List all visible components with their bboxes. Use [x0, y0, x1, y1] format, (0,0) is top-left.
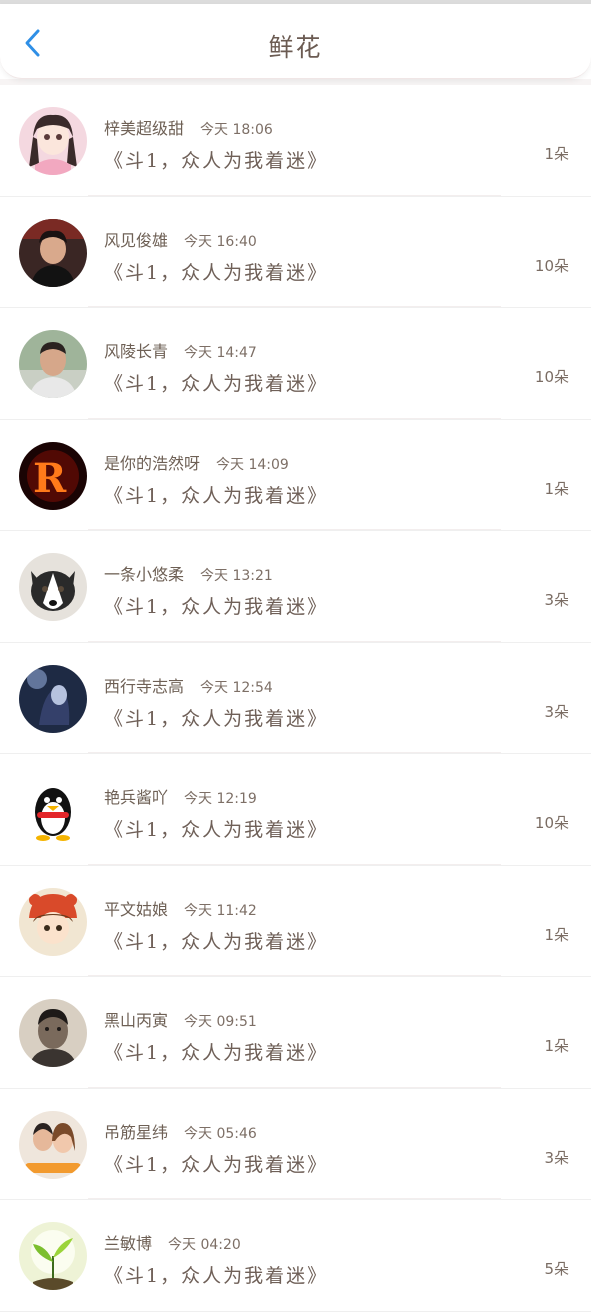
user-name: 西行寺志高: [104, 676, 185, 696]
user-name: 风陵长青: [104, 342, 169, 361]
record-header: 兰敏博 今天 04:20: [104, 1230, 241, 1254]
user-name: 是你的浩然呀: [104, 453, 201, 473]
book-title: 《斗1，众人为我着迷》: [104, 930, 329, 953]
page-title: 鲜花: [268, 33, 323, 62]
book-title: 《斗1，众人为我着迷》: [104, 484, 329, 507]
flower-count: 1朵: [544, 1037, 569, 1055]
record-time: 今天 14:09: [216, 456, 289, 473]
flower-count: 3朵: [544, 1148, 569, 1167]
list-item[interactable]: 一条小悠柔 今天 13:21 《斗1，众人为我着迷》 3朵: [0, 531, 591, 643]
divider: [88, 194, 501, 196]
divider: [88, 1086, 501, 1088]
list-item[interactable]: 吊筋星纬 今天 05:46 《斗1，众人为我着迷》 3朵: [0, 1089, 591, 1200]
flower-record-list: 梓美超级甜 今天 18:06 《斗1，众人为我着迷》 1朵 风见俊雄 今天 16:4…: [0, 85, 591, 1312]
record-header: 是你的浩然呀 今天 14:09: [104, 450, 289, 474]
record-header: 西行寺志高 今天 12:54: [104, 673, 273, 697]
avatar[interactable]: [19, 887, 87, 956]
flower-count: 10朵: [534, 256, 569, 275]
user-name: 黑山丙寅: [104, 1011, 169, 1030]
svg-text:R: R: [33, 455, 67, 502]
divider: [88, 417, 501, 419]
flower-count: 1朵: [544, 925, 569, 944]
record-time: 今天 11:42: [184, 902, 257, 919]
list-item[interactable]: 风陵长青 今天 14:47 《斗1，众人为我着迷》 10朵: [0, 308, 591, 420]
book-title: 《斗1，众人为我着迷》: [104, 596, 329, 618]
divider: [88, 975, 501, 976]
avatar[interactable]: [19, 553, 87, 621]
avatar[interactable]: R: [19, 441, 87, 510]
flower-count: 3朵: [544, 591, 569, 609]
record-time: 今天 14:47: [184, 345, 257, 361]
user-name: 梓美超级甜: [104, 119, 185, 138]
book-title: 《斗1，众人为我着迷》: [104, 373, 329, 395]
list-item[interactable]: 平文姑娘 今天 11:42 《斗1，众人为我着迷》 1朵: [0, 866, 591, 977]
book-title: 《斗1，众人为我着迷》: [104, 707, 329, 730]
top-bar: 鲜花: [0, 4, 591, 79]
record-header: 艳兵酱吖 今天 12:19: [104, 784, 257, 808]
avatar[interactable]: [19, 664, 87, 733]
list-item[interactable]: 风见俊雄 今天 16:40 《斗1，众人为我着迷》 10朵: [0, 197, 591, 308]
flower-count: 5朵: [544, 1260, 569, 1278]
avatar[interactable]: [19, 107, 87, 175]
record-time: 今天 16:40: [184, 233, 257, 250]
avatar[interactable]: [19, 218, 87, 287]
flower-count: 1朵: [544, 479, 569, 498]
record-header: 一条小悠柔 今天 13:21: [104, 561, 273, 585]
divider: [88, 306, 501, 307]
book-title: 《斗1，众人为我着迷》: [104, 819, 329, 841]
divider: [88, 1198, 501, 1199]
avatar[interactable]: [19, 776, 87, 844]
divider: [88, 752, 501, 753]
list-item[interactable]: R 是你的浩然呀 今天 14:09 《斗1，众人为我着迷》 1朵: [0, 420, 591, 531]
avatar[interactable]: [19, 1110, 87, 1179]
divider: [88, 863, 501, 865]
record-time: 今天 13:21: [200, 568, 273, 584]
list-item[interactable]: 黑山丙寅 今天 09:51 《斗1，众人为我着迷》 1朵: [0, 977, 591, 1089]
user-name: 平文姑娘: [104, 899, 169, 919]
record-time: 今天 05:46: [184, 1125, 257, 1142]
book-title: 《斗1，众人为我着迷》: [104, 150, 329, 172]
record-time: 今天 12:54: [200, 679, 273, 696]
user-name: 艳兵酱吖: [104, 788, 169, 807]
list-item[interactable]: 兰敏博 今天 04:20 《斗1，众人为我着迷》 5朵: [0, 1200, 591, 1312]
divider: [88, 640, 501, 642]
flower-count: 10朵: [534, 368, 569, 386]
book-title: 《斗1，众人为我着迷》: [104, 261, 329, 284]
record-time: 今天 04:20: [168, 1237, 241, 1253]
record-header: 风见俊雄 今天 16:40: [104, 227, 257, 251]
divider: [88, 529, 501, 530]
book-title: 《斗1，众人为我着迷》: [104, 1042, 329, 1064]
user-name: 兰敏博: [104, 1234, 153, 1253]
record-header: 吊筋星纬 今天 05:46: [104, 1119, 257, 1143]
record-header: 风陵长青 今天 14:47: [104, 338, 257, 362]
record-time: 今天 12:19: [184, 791, 257, 807]
list-item[interactable]: 梓美超级甜 今天 18:06 《斗1，众人为我着迷》 1朵: [0, 85, 591, 197]
list-item[interactable]: 西行寺志高 今天 12:54 《斗1，众人为我着迷》 3朵: [0, 643, 591, 754]
record-header: 梓美超级甜 今天 18:06: [104, 115, 273, 139]
user-name: 一条小悠柔: [104, 565, 185, 584]
user-name: 吊筋星纬: [104, 1122, 169, 1142]
book-title: 《斗1，众人为我着迷》: [104, 1265, 329, 1287]
flower-count: 3朵: [544, 702, 569, 721]
book-title: 《斗1，众人为我着迷》: [104, 1153, 329, 1176]
record-header: 平文姑娘 今天 11:42: [104, 896, 257, 920]
flower-count: 10朵: [534, 814, 569, 832]
record-time: 今天 09:51: [184, 1014, 257, 1030]
avatar[interactable]: [19, 999, 87, 1067]
flower-count: 1朵: [544, 145, 569, 163]
avatar[interactable]: [19, 330, 87, 398]
record-time: 今天 18:06: [200, 122, 273, 138]
user-name: 风见俊雄: [104, 230, 169, 250]
record-header: 黑山丙寅 今天 09:51: [104, 1007, 257, 1031]
list-item[interactable]: 艳兵酱吖 今天 12:19 《斗1，众人为我着迷》 10朵: [0, 754, 591, 866]
